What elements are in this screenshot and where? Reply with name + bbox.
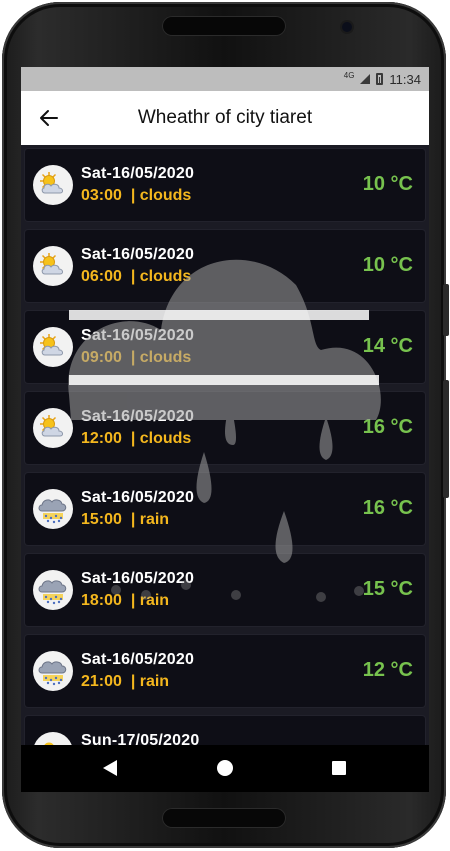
earpiece-speaker (162, 16, 286, 36)
forecast-temperature: 10 °C (362, 173, 413, 195)
network-type: 4G (343, 70, 355, 80)
forecast-time-condition: 15:00 | rain (81, 511, 170, 528)
app-bar: Wheathr of city tiaret (21, 91, 429, 145)
forecast-time-condition: 12:00 | clouds (81, 430, 192, 447)
system-nav-bar (21, 745, 429, 792)
nav-back-icon[interactable] (103, 760, 117, 776)
bottom-speaker (162, 808, 286, 828)
volume-button (443, 380, 449, 498)
rain-cloud-icon (33, 651, 73, 691)
forecast-temperature: 10 °C (362, 254, 413, 276)
forecast-temperature: 12 °C (362, 659, 413, 681)
signal-icon (360, 74, 371, 84)
forecast-list[interactable]: Sat-16/05/2020 03:00 | clouds 10 °C Sat-… (21, 145, 429, 788)
forecast-temperature: 16 °C (362, 497, 413, 519)
forecast-date: Sat-16/05/2020 (81, 165, 195, 182)
forecast-row[interactable]: Sat-16/05/2020 18:00 | rain 15 °C (25, 554, 425, 626)
partly-cloudy-icon (33, 327, 73, 367)
page-title: Wheathr of city tiaret (137, 107, 313, 128)
rain-cloud-icon (33, 570, 73, 610)
screen: 4G 11:34 Wheathr of city tiaret Sat-16/0… (21, 67, 429, 792)
forecast-date: Sat-16/05/2020 (81, 408, 195, 425)
status-time: 11:34 (389, 71, 421, 87)
forecast-time-condition: 09:00 | clouds (81, 349, 192, 366)
forecast-row[interactable]: Sat-16/05/2020 03:00 | clouds 10 °C (25, 149, 425, 221)
nav-recents-icon[interactable] (332, 761, 346, 775)
forecast-temperature: 14 °C (362, 335, 413, 357)
front-camera (342, 22, 352, 32)
forecast-date: Sat-16/05/2020 (81, 570, 195, 587)
forecast-time-condition: 21:00 | rain (81, 673, 170, 690)
forecast-date: Sat-16/05/2020 (81, 651, 195, 668)
forecast-time-condition: 03:00 | clouds (81, 187, 192, 204)
forecast-row[interactable]: Sat-16/05/2020 06:00 | clouds 10 °C (25, 230, 425, 302)
forecast-row[interactable]: Sat-16/05/2020 09:00 | clouds 14 °C (25, 311, 425, 383)
power-button (443, 284, 449, 336)
forecast-temperature: 15 °C (362, 578, 413, 600)
battery-icon (376, 73, 384, 85)
forecast-row[interactable]: Sat-16/05/2020 12:00 | clouds 16 °C (25, 392, 425, 464)
partly-cloudy-icon (33, 408, 73, 448)
status-bar: 4G 11:34 (21, 67, 429, 91)
rain-cloud-icon (33, 489, 73, 529)
forecast-temperature: 16 °C (362, 416, 413, 438)
forecast-date: Sat-16/05/2020 (81, 327, 195, 344)
partly-cloudy-icon (33, 246, 73, 286)
forecast-time-condition: 06:00 | clouds (81, 268, 192, 285)
forecast-row[interactable]: Sat-16/05/2020 15:00 | rain 16 °C (25, 473, 425, 545)
partly-cloudy-icon (33, 165, 73, 205)
forecast-time-condition: 18:00 | rain (81, 592, 170, 609)
forecast-date: Sat-16/05/2020 (81, 246, 195, 263)
forecast-date: Sat-16/05/2020 (81, 489, 195, 506)
forecast-row[interactable]: Sat-16/05/2020 21:00 | rain 12 °C (25, 635, 425, 707)
nav-home-icon[interactable] (217, 760, 233, 776)
